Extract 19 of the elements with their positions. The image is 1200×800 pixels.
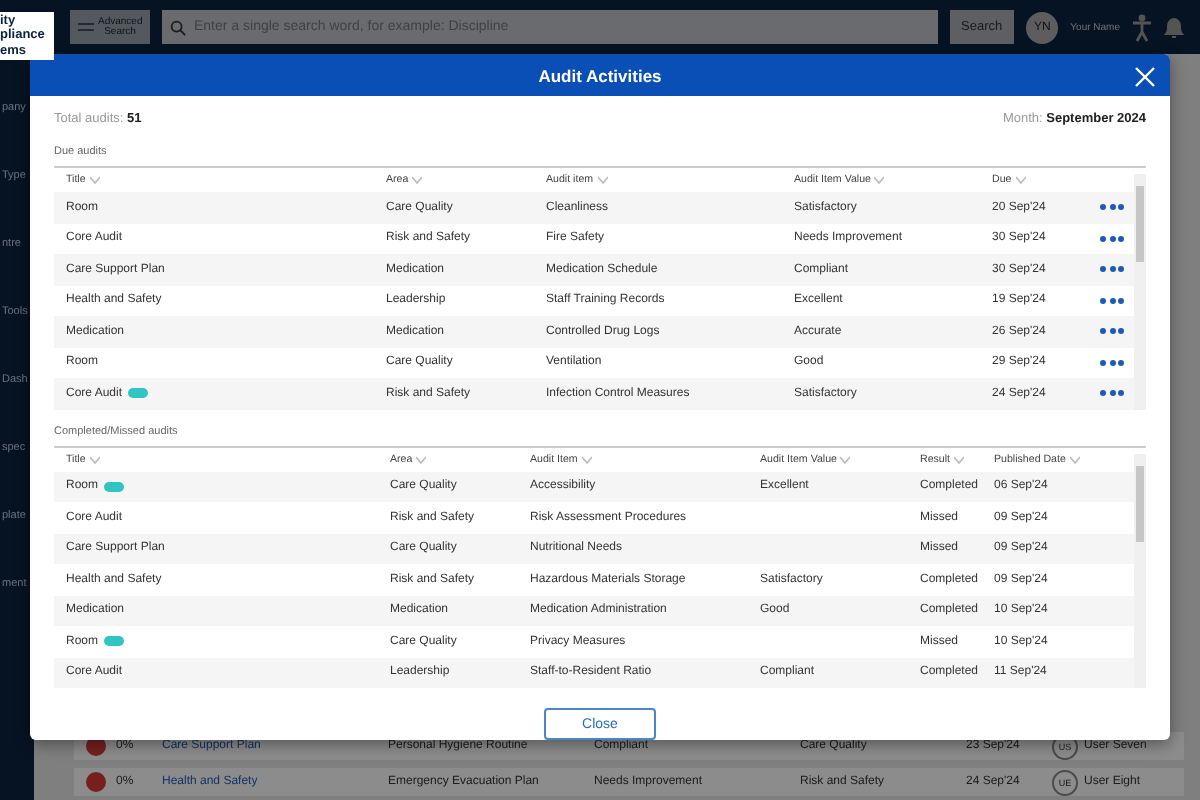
sort-icon[interactable] bbox=[954, 455, 965, 463]
sort-icon[interactable] bbox=[89, 176, 100, 184]
sort-icon[interactable] bbox=[597, 176, 608, 184]
scrollbar[interactable] bbox=[1134, 174, 1146, 409]
sort-icon[interactable] bbox=[840, 455, 851, 463]
search-icon bbox=[170, 19, 186, 35]
bell-icon[interactable] bbox=[1164, 15, 1184, 39]
sort-icon[interactable] bbox=[89, 455, 100, 463]
filter-icon bbox=[78, 20, 94, 34]
person-icon[interactable] bbox=[1132, 13, 1152, 41]
sort-icon[interactable] bbox=[1069, 455, 1080, 463]
sort-icon[interactable] bbox=[1015, 176, 1026, 184]
dialog-title: Audit Activities bbox=[538, 65, 662, 85]
sort-icon[interactable] bbox=[416, 455, 427, 463]
sort-icon[interactable] bbox=[581, 455, 592, 463]
scrollbar[interactable] bbox=[1134, 453, 1146, 688]
sort-icon[interactable] bbox=[874, 176, 885, 184]
close-icon[interactable] bbox=[1134, 66, 1156, 88]
sort-icon[interactable] bbox=[412, 176, 423, 184]
